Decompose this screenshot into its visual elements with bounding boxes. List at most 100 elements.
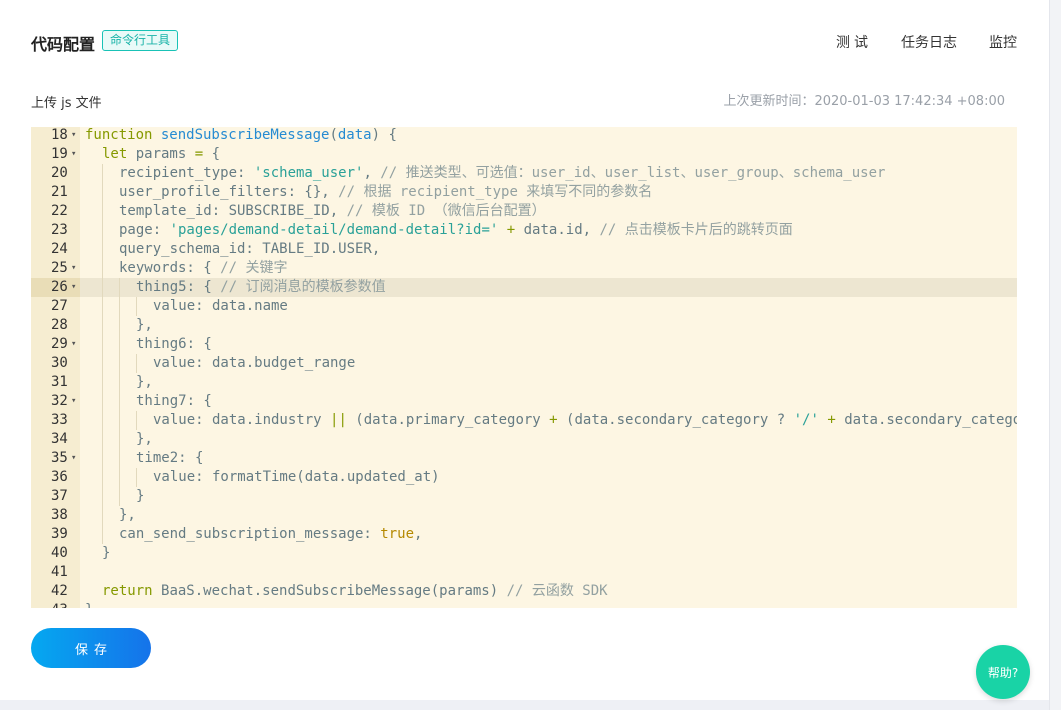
code-token: // 云函数 SDK xyxy=(506,583,608,599)
code-token: thing5: { xyxy=(136,279,221,295)
indent-guide xyxy=(102,164,103,183)
code-text: value: data.name xyxy=(153,297,288,316)
line-number: 22 xyxy=(51,203,68,219)
code-token: // 模板 ID （微信后台配置） xyxy=(346,203,546,219)
code-text: thing5: { // 订阅消息的模板参数值 xyxy=(136,278,386,297)
page-title: 代码配置 xyxy=(31,35,96,54)
code-line[interactable]: 26 ▾ thing5: { // 订阅消息的模板参数值 xyxy=(31,278,1017,297)
code-text: time2: { xyxy=(136,449,203,468)
code-token: data xyxy=(337,127,372,143)
code-text: thing6: { xyxy=(136,335,212,354)
line-number: 23 xyxy=(51,222,68,238)
save-button[interactable]: 保存 xyxy=(31,628,151,668)
code-token: keywords: { xyxy=(119,260,221,276)
indent-guide xyxy=(102,373,103,392)
code-token: // 推送类型、可选值：user_id、user_list、user_group… xyxy=(380,165,886,181)
code-line[interactable]: 31}, xyxy=(31,373,1017,392)
code-line[interactable]: 38}, xyxy=(31,506,1017,525)
code-line[interactable]: 32 ▾ thing7: { xyxy=(31,392,1017,411)
code-token: sendSubscribeMessage xyxy=(160,127,330,143)
line-number: 42 xyxy=(51,583,68,599)
code-token: data.secondary_catego xyxy=(835,412,1017,428)
line-number: 40 xyxy=(51,545,68,561)
code-line[interactable]: 40} xyxy=(31,544,1017,563)
indent-guide xyxy=(119,392,120,411)
fold-arrow-icon[interactable]: ▾ xyxy=(71,392,76,411)
code-line[interactable]: 29 ▾ thing6: { xyxy=(31,335,1017,354)
code-token: function xyxy=(85,127,161,143)
fold-arrow-icon[interactable]: ▾ xyxy=(71,259,76,278)
indent-guide xyxy=(136,411,137,430)
indent-guide xyxy=(102,392,103,411)
code-token: } xyxy=(102,545,111,561)
code-token: } xyxy=(85,602,93,608)
nav-test-link[interactable]: 测试 xyxy=(836,32,872,52)
cli-tool-badge[interactable]: 命令行工具 xyxy=(102,30,179,51)
code-line[interactable]: 24 query_schema_id: TABLE_ID.USER, xyxy=(31,240,1017,259)
code-token: }, xyxy=(136,374,153,390)
code-text: }, xyxy=(136,316,153,335)
code-text: query_schema_id: TABLE_ID.USER, xyxy=(119,240,380,259)
code-line[interactable]: 27 value: data.name xyxy=(31,297,1017,316)
indent-guide xyxy=(136,297,137,316)
code-token: data.id, xyxy=(515,222,600,238)
fold-arrow-icon[interactable]: ▾ xyxy=(71,127,76,145)
code-text: user_profile_filters: {}, // 根据 recipien… xyxy=(119,183,652,202)
code-token: thing7: { xyxy=(136,393,212,409)
code-text: }, xyxy=(136,430,153,449)
code-line[interactable]: 22 template_id: SUBSCRIBE_ID, // 模板 ID （微… xyxy=(31,202,1017,221)
indent-guide xyxy=(102,506,103,525)
line-number: 41 xyxy=(51,564,68,580)
code-line[interactable]: 35 ▾ time2: { xyxy=(31,449,1017,468)
code-text: page: 'pages/demand-detail/demand-detail… xyxy=(119,221,793,240)
code-token: '/' xyxy=(793,412,819,428)
code-line[interactable]: 34}, xyxy=(31,430,1017,449)
nav-monitor-link[interactable]: 监控 xyxy=(989,32,1017,52)
code-line[interactable]: 28}, xyxy=(31,316,1017,335)
nav-task-log-link[interactable]: 任务日志 xyxy=(901,32,957,52)
line-number: 20 xyxy=(51,165,68,181)
code-text: template_id: SUBSCRIBE_ID, // 模板 ID （微信后… xyxy=(119,202,546,221)
code-text: keywords: { // 关键字 xyxy=(119,259,287,278)
code-token: page: xyxy=(119,222,170,238)
indent-guide xyxy=(102,278,103,297)
fold-arrow-icon[interactable]: ▾ xyxy=(71,145,76,164)
code-text: let params = { xyxy=(102,145,220,164)
code-text: } xyxy=(102,544,110,563)
code-line[interactable]: 30 value: data.budget_range xyxy=(31,354,1017,373)
fold-arrow-icon[interactable]: ▾ xyxy=(71,278,76,297)
code-token: ( xyxy=(329,127,338,143)
code-token: ) { xyxy=(371,127,397,143)
fold-arrow-icon[interactable]: ▾ xyxy=(71,449,76,468)
code-line[interactable]: 41 xyxy=(31,563,1017,582)
code-line[interactable]: 36 value: formatTime(data.updated_at) xyxy=(31,468,1017,487)
help-button[interactable]: 帮助? xyxy=(976,645,1030,699)
code-token: value: formatTime(data.updated_at) xyxy=(153,469,440,485)
code-line[interactable]: 37} xyxy=(31,487,1017,506)
code-line[interactable]: 20 recipient_type: 'schema_user', // 推送类型… xyxy=(31,164,1017,183)
indent-guide xyxy=(119,316,120,335)
code-line[interactable]: 39 can_send_subscription_message: true, xyxy=(31,525,1017,544)
code-line[interactable]: 42 return BaaS.wechat.sendSubscribeMessag… xyxy=(31,582,1017,601)
code-line[interactable]: 21 user_profile_filters: {}, // 根据 recipi… xyxy=(31,183,1017,202)
indent-guide xyxy=(119,354,120,373)
code-line[interactable]: 43} xyxy=(31,601,1017,608)
code-line[interactable]: 23 page: 'pages/demand-detail/demand-deta… xyxy=(31,221,1017,240)
code-token: }, xyxy=(136,317,153,333)
page-scrollbar[interactable] xyxy=(1049,0,1061,710)
indent-guide xyxy=(102,354,103,373)
code-token: (data.primary_category xyxy=(346,412,550,428)
code-text: value: data.budget_range xyxy=(153,354,355,373)
code-token: // 根据 recipient_type 来填写不同的参数名 xyxy=(338,184,653,200)
code-line[interactable]: 18 ▾ function sendSubscribeMessage(data) { xyxy=(31,127,1017,145)
fold-arrow-icon[interactable]: ▾ xyxy=(71,335,76,354)
code-text: }, xyxy=(119,506,136,525)
indent-guide xyxy=(102,221,103,240)
code-line[interactable]: 33 value: data.industry || (data.primary_… xyxy=(31,411,1017,430)
line-number: 34 xyxy=(51,431,68,447)
indent-guide xyxy=(119,449,120,468)
code-line[interactable]: 25 ▾ keywords: { // 关键字 xyxy=(31,259,1017,278)
indent-guide xyxy=(102,183,103,202)
code-line[interactable]: 19 ▾ let params = { xyxy=(31,145,1017,164)
code-editor[interactable]: 18 ▾ function sendSubscribeMessage(data) {… xyxy=(31,127,1017,608)
